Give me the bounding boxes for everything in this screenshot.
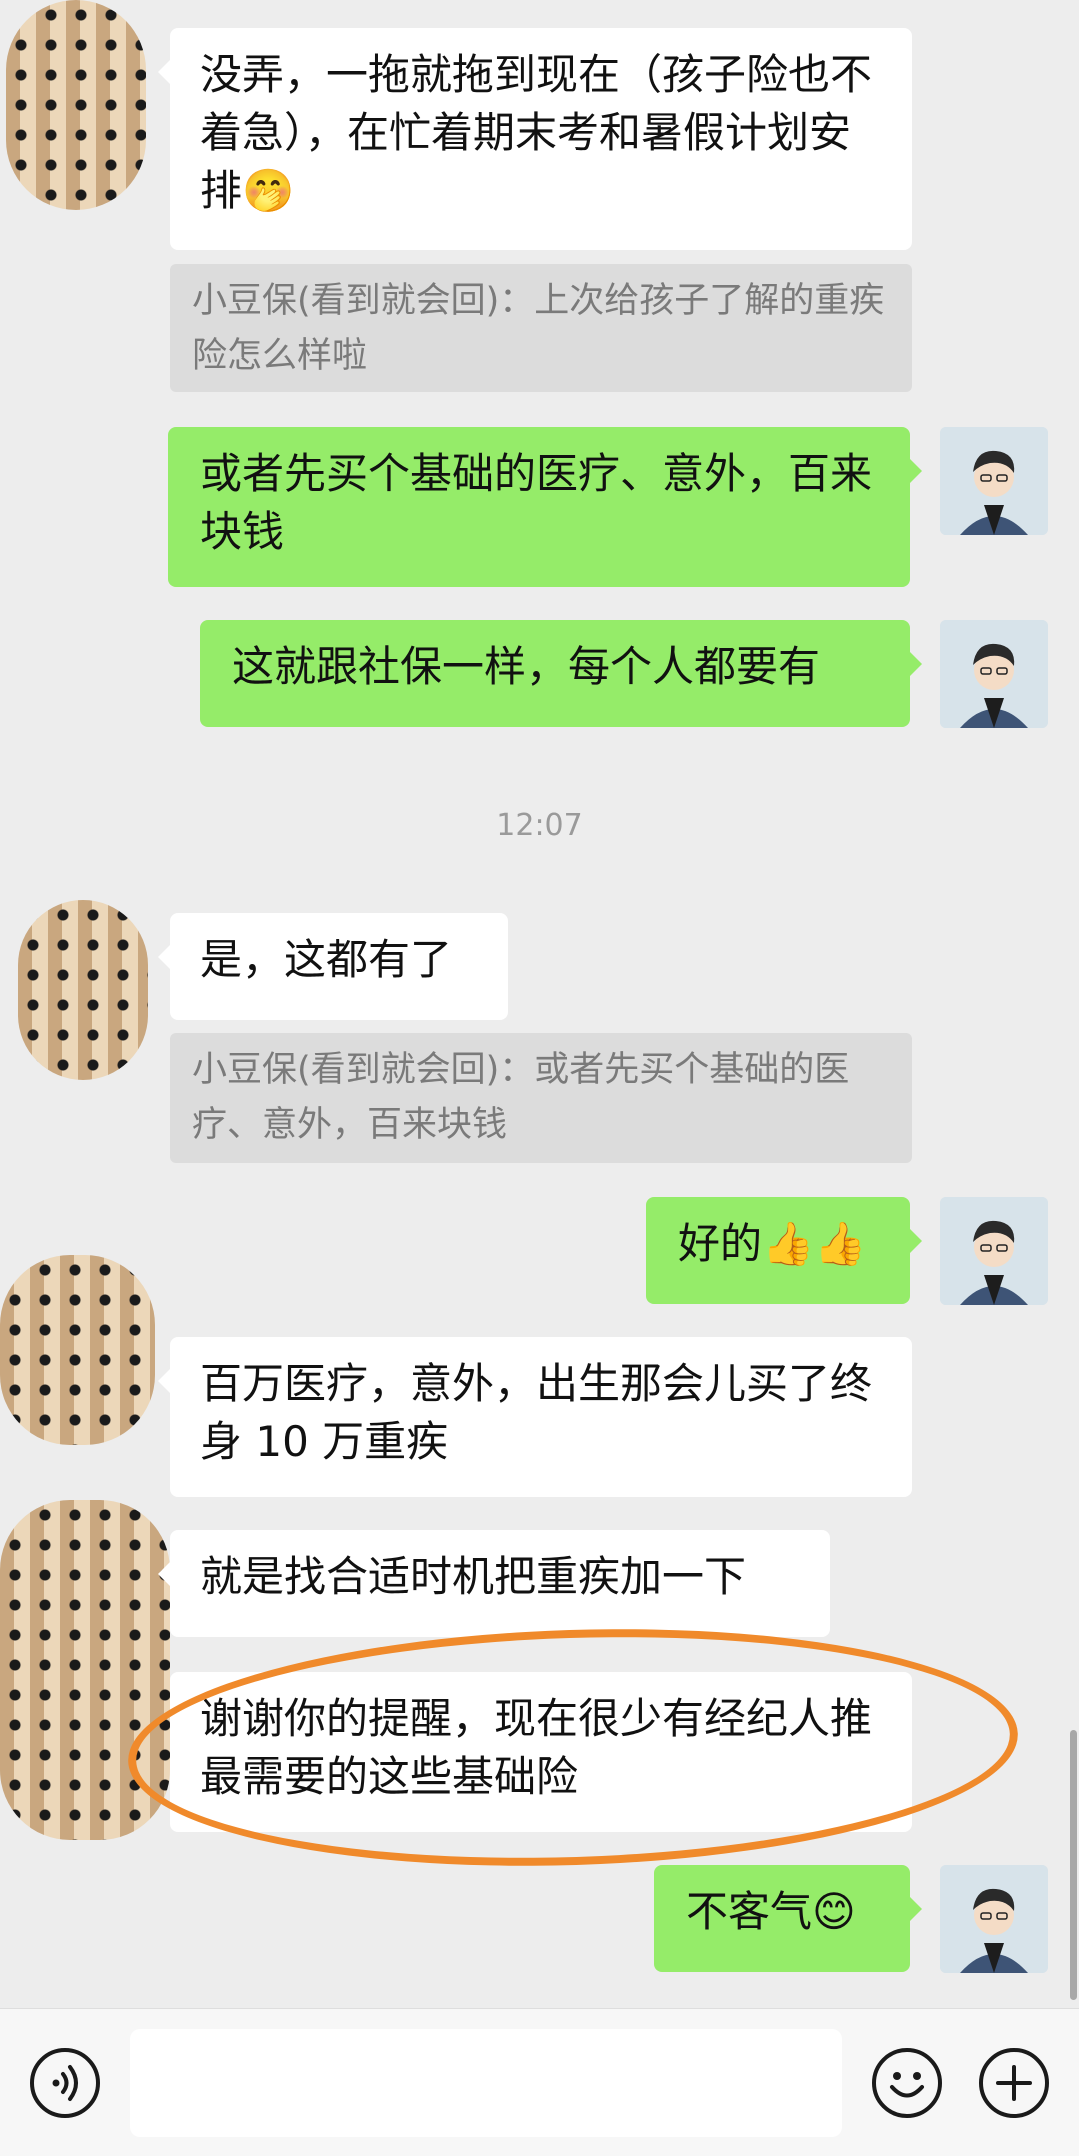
scrollbar[interactable] [1070,1730,1077,2000]
outgoing-message[interactable]: 这就跟社保一样，每个人都要有 [200,620,922,727]
chat-input-bar [0,2008,1079,2156]
outgoing-message[interactable]: 好的👍👍 [646,1197,922,1304]
outgoing-message[interactable]: 不客气😊 [654,1865,922,1972]
quoted-reply[interactable]: 小豆保(看到就会回)：上次给孩子了解的重疾险怎么样啦 [170,264,912,392]
highlight-circle [124,1616,1022,1879]
my-avatar[interactable] [940,1197,1048,1305]
more-actions-button[interactable] [979,2048,1049,2118]
user-portrait-icon [940,1197,1048,1305]
voice-input-icon [52,2065,78,2101]
incoming-message[interactable]: 百万医疗，意外，出生那会儿买了终身 10 万重疾 [158,1337,912,1497]
message-text: 是，这都有了 [200,935,453,984]
message-text: 不客气 [686,1887,813,1936]
my-avatar[interactable] [940,1865,1048,1973]
plus-circle-icon [996,2065,1032,2101]
message-text: 好的 [678,1219,763,1268]
message-text: 百万医疗，意外，出生那会儿买了终身 10 万重疾 [200,1359,873,1466]
message-input[interactable] [130,2029,842,2137]
emoji-button[interactable] [872,2048,942,2118]
outgoing-message[interactable]: 或者先买个基础的医疗、意外，百来块钱 [168,427,922,587]
contact-avatar-masked[interactable] [6,0,146,210]
my-avatar[interactable] [940,427,1048,535]
quoted-reply[interactable]: 小豆保(看到就会回)：或者先买个基础的医疗、意外，百来块钱 [170,1033,912,1163]
face-with-hand-over-mouth-emoji: 🤭 [242,166,295,215]
user-portrait-icon [940,427,1048,535]
smiling-face-emoji: 😊 [812,1887,856,1936]
incoming-message[interactable]: 就是找合适时机把重疾加一下 [158,1530,830,1637]
contact-avatar-masked[interactable] [0,1255,155,1445]
message-text: 或者先买个基础的医疗、意外，百来块钱 [200,449,873,556]
voice-input-button[interactable] [30,2048,100,2118]
timestamp: 12:07 [496,808,583,843]
emoji-smile-icon [890,2072,924,2098]
incoming-message[interactable]: 没弄，一拖就拖到现在（孩子险也不着急），在忙着期末考和暑假计划安排🤭 [158,28,912,250]
my-avatar[interactable] [940,620,1048,728]
message-text: 没弄，一拖就拖到现在（孩子险也不着急），在忙着期末考和暑假计划安排 [200,50,873,215]
quoted-text: 小豆保(看到就会回)：上次给孩子了解的重疾险怎么样啦 [192,281,885,376]
incoming-message[interactable]: 是，这都有了 [158,913,508,1020]
message-text: 这就跟社保一样，每个人都要有 [232,642,821,691]
message-text: 就是找合适时机把重疾加一下 [200,1552,747,1601]
user-portrait-icon [940,1865,1048,1973]
quoted-text: 小豆保(看到就会回)：或者先买个基础的医疗、意外，百来块钱 [192,1050,850,1145]
contact-avatar-masked[interactable] [18,900,148,1080]
thumbs-up-emoji: 👍👍 [762,1219,867,1268]
user-portrait-icon [940,620,1048,728]
